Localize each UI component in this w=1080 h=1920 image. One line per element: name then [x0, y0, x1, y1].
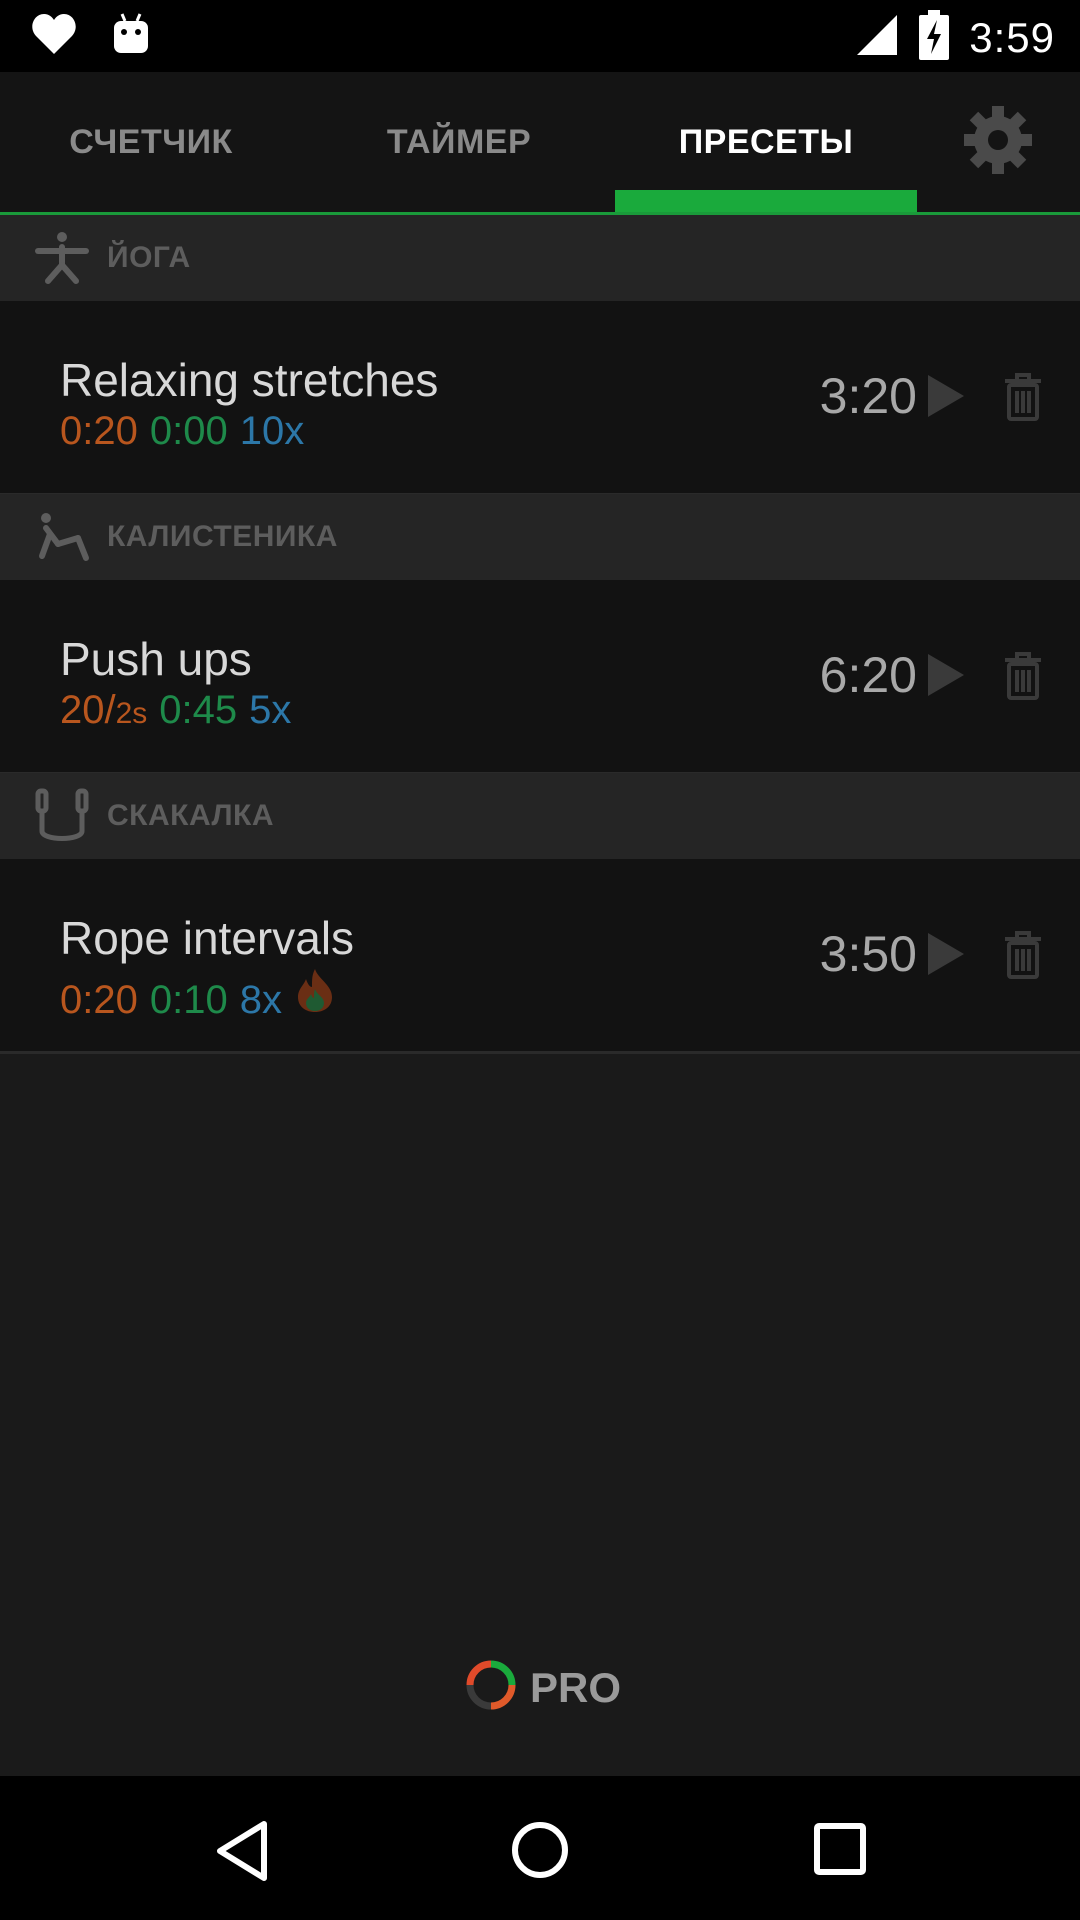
section-label: ЙОГА: [107, 241, 191, 274]
back-icon[interactable]: [214, 1820, 270, 1887]
preset-row-relaxing-stretches[interactable]: Relaxing stretches 0:20 0:00 10x 3:20: [0, 301, 1080, 496]
home-icon[interactable]: [510, 1820, 570, 1885]
trash-icon[interactable]: [1003, 931, 1043, 979]
heart-icon: [30, 12, 78, 61]
trash-icon[interactable]: [1003, 373, 1043, 421]
tab-timer[interactable]: ТАЙМЕР: [328, 72, 590, 212]
section-header-calisthenics: КАЛИСТЕНИКА: [0, 494, 1080, 580]
section-label: СКАКАЛКА: [107, 799, 275, 832]
pro-button[interactable]: PRO: [466, 1660, 621, 1715]
section-header-yoga: ЙОГА: [0, 215, 1080, 301]
preset-work-time: 0:20: [60, 978, 138, 1022]
section-label: КАЛИСТЕНИКА: [107, 520, 338, 553]
preset-name: Relaxing stretches: [60, 354, 439, 406]
fire-icon: [294, 967, 336, 1023]
preset-rest-time: 0:45: [159, 688, 238, 732]
preset-duration: 3:50: [819, 926, 917, 982]
status-bar: 3:59: [0, 0, 1080, 72]
signal-icon: [855, 13, 899, 62]
gear-icon[interactable]: [960, 102, 1036, 178]
navigation-bar: [0, 1776, 1080, 1920]
preset-params: 0:20 0:10 8x: [60, 967, 336, 1023]
battery-charging-icon: [919, 10, 950, 65]
preset-params: 0:20 0:00 10x: [60, 409, 304, 454]
pro-label: PRO: [530, 1663, 622, 1711]
tab-counter[interactable]: СЧЕТЧИК: [20, 72, 282, 212]
play-icon[interactable]: [926, 373, 966, 419]
play-icon[interactable]: [926, 652, 966, 698]
trash-icon[interactable]: [1003, 652, 1043, 700]
preset-params: 20/2s 0:45 5x: [60, 688, 291, 733]
jump-rope-icon: [34, 787, 90, 843]
preset-row-push-ups[interactable]: Push ups 20/2s 0:45 5x 6:20: [0, 580, 1080, 775]
preset-duration: 3:20: [819, 368, 917, 424]
preset-work-time: 0:20: [60, 409, 138, 453]
preset-repeats: 10x: [239, 409, 305, 453]
preset-work-time: 20/2s: [60, 688, 148, 732]
preset-repeats: 8x: [239, 978, 282, 1022]
preset-name: Rope intervals: [60, 912, 355, 964]
preset-repeats: 5x: [249, 688, 292, 732]
active-tab-indicator: [615, 190, 917, 212]
preset-name: Push ups: [60, 633, 252, 685]
preset-duration: 6:20: [819, 647, 917, 703]
tab-bar: СЧЕТЧИК ТАЙМЕР ПРЕСЕТЫ: [0, 72, 1080, 218]
preset-rest-time: 0:10: [149, 978, 228, 1022]
preset-row-rope-intervals[interactable]: Rope intervals 0:20 0:10 8x 3:50: [0, 859, 1080, 1054]
preset-rest-time: 0:00: [149, 409, 228, 453]
status-time: 3:59: [969, 13, 1055, 61]
pro-ring-icon: [466, 1660, 516, 1715]
yoga-icon: [34, 229, 90, 285]
calisthenics-icon: [34, 508, 90, 564]
section-header-jump-rope: СКАКАЛКА: [0, 773, 1080, 859]
recents-icon[interactable]: [813, 1822, 867, 1881]
play-icon[interactable]: [926, 931, 966, 977]
android-icon: [112, 12, 150, 61]
